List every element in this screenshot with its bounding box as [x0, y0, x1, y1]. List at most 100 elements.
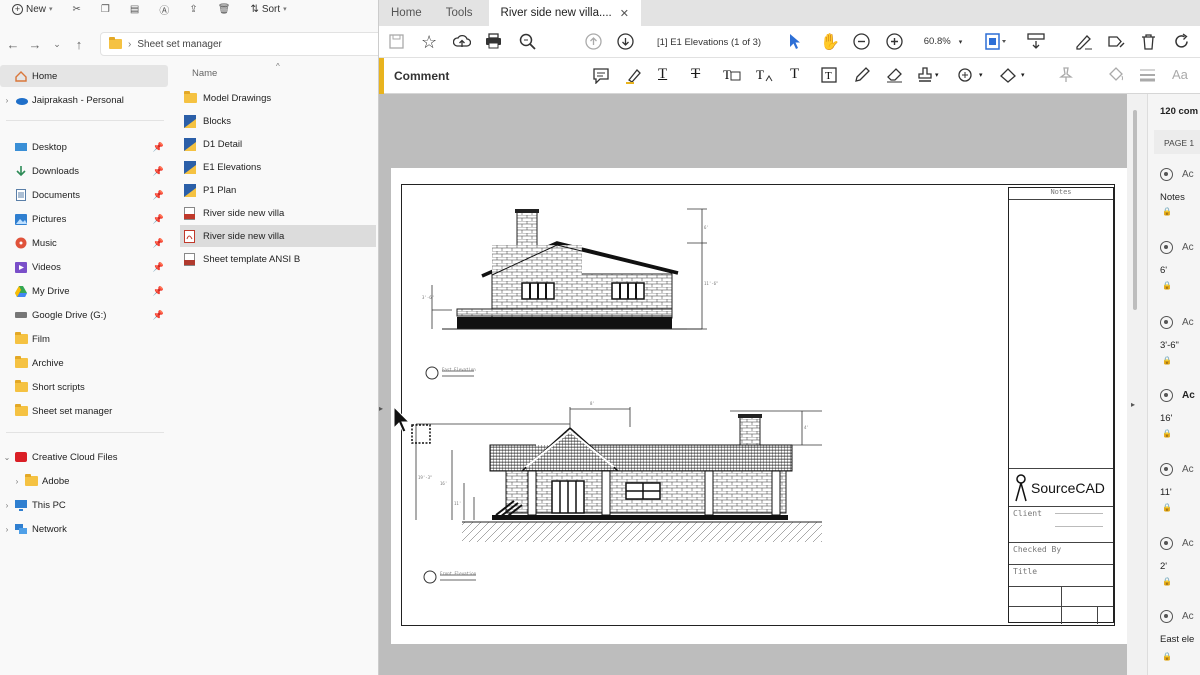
- copy-icon[interactable]: ❐: [101, 4, 110, 15]
- share-icon[interactable]: ⇪: [189, 4, 197, 15]
- sort-button[interactable]: ⇅ Sort ▾: [250, 4, 286, 15]
- fit-page-icon[interactable]: [985, 33, 1007, 50]
- document-view[interactable]: ▸ ▸ 6' 11'-6" 3'-6" East Elevation 8' 4'…: [379, 94, 1147, 675]
- sticky-note-icon[interactable]: [593, 68, 609, 84]
- file-item[interactable]: E1 Elevations: [180, 156, 376, 178]
- line-weight-icon[interactable]: [1139, 68, 1156, 82]
- delete-icon[interactable]: 🗑: [218, 4, 231, 15]
- paint-bucket-icon[interactable]: [1107, 67, 1124, 83]
- nav-item-archive[interactable]: Archive: [0, 352, 168, 374]
- pencil-icon[interactable]: [854, 67, 870, 83]
- strikethrough-text-icon[interactable]: T: [691, 66, 700, 83]
- nav-item-google-drive[interactable]: Google Drive (G:) 📌: [0, 304, 168, 326]
- save-icon[interactable]: [389, 34, 404, 49]
- tab-home[interactable]: Home: [379, 0, 434, 26]
- vertical-scrollbar[interactable]: ▸: [1127, 94, 1147, 675]
- nav-item-this-pc[interactable]: › This PC: [0, 494, 168, 516]
- file-item-selected[interactable]: River side new villa: [180, 225, 376, 247]
- chevron-right-icon[interactable]: ›: [0, 501, 14, 510]
- right-panel-toggle-icon[interactable]: ▸: [1131, 400, 1135, 409]
- up-arrow-icon[interactable]: ↑: [68, 37, 90, 52]
- file-item[interactable]: D1 Detail: [180, 133, 376, 155]
- chevron-down-icon[interactable]: ⌄: [0, 453, 14, 462]
- star-icon[interactable]: ☆: [421, 32, 437, 53]
- comment-item[interactable]: Ac 16' 🔒: [1160, 389, 1200, 439]
- eraser-icon[interactable]: [886, 67, 903, 83]
- sign-icon[interactable]: [1075, 33, 1093, 50]
- pin-icon[interactable]: [1059, 67, 1073, 83]
- shapes-icon[interactable]: ▾: [999, 67, 1025, 83]
- pin-icon[interactable]: 📌: [153, 286, 164, 297]
- nav-item-film[interactable]: Film: [0, 328, 168, 350]
- file-item[interactable]: P1 Plan: [180, 179, 376, 201]
- next-page-icon[interactable]: [617, 33, 634, 50]
- hand-tool-icon[interactable]: ✋: [820, 32, 840, 52]
- comment-item[interactable]: Ac East ele 🔒: [1160, 610, 1200, 670]
- font-style-icon[interactable]: Aa: [1172, 67, 1188, 82]
- refresh-icon[interactable]: [1173, 33, 1190, 50]
- trash-icon[interactable]: [1141, 33, 1156, 50]
- attach-icon[interactable]: ▾: [957, 67, 983, 83]
- file-item[interactable]: Model Drawings: [180, 87, 376, 109]
- underline-text-icon[interactable]: T: [658, 66, 667, 83]
- cloud-upload-icon[interactable]: [453, 33, 471, 49]
- zoom-out-icon[interactable]: [853, 33, 870, 50]
- left-panel-toggle-icon[interactable]: ▸: [379, 404, 383, 413]
- add-text-icon[interactable]: T: [790, 66, 799, 83]
- chevron-right-icon[interactable]: ›: [0, 96, 14, 105]
- comment-item[interactable]: Ac Notes 🔒: [1160, 168, 1200, 218]
- file-item[interactable]: River side new villa: [180, 202, 376, 224]
- nav-item-network[interactable]: › Network: [0, 518, 168, 540]
- recent-chevron-icon[interactable]: ⌄: [46, 39, 68, 50]
- nav-item-creative-cloud[interactable]: ⌄ Creative Cloud Files: [0, 446, 168, 468]
- nav-item-onedrive[interactable]: › Jaiprakash - Personal: [0, 89, 168, 111]
- text-box-icon[interactable]: T: [821, 67, 837, 83]
- file-item[interactable]: Blocks: [180, 110, 376, 132]
- zoom-in-icon[interactable]: [886, 33, 903, 50]
- tab-tools[interactable]: Tools: [434, 0, 485, 26]
- cut-icon[interactable]: ✂: [73, 4, 81, 15]
- pin-icon[interactable]: 📌: [153, 238, 164, 249]
- nav-item-adobe[interactable]: › Adobe: [0, 470, 168, 492]
- zoom-level-dropdown[interactable]: 60.8% ▾: [919, 33, 967, 50]
- pin-icon[interactable]: 📌: [153, 166, 164, 177]
- paste-icon[interactable]: ▤: [130, 4, 139, 15]
- page-number-input[interactable]: [1] E1 Elevations: [655, 35, 730, 49]
- nav-item-sheet-set-manager[interactable]: Sheet set manager: [0, 400, 168, 422]
- chevron-right-icon[interactable]: ›: [0, 525, 14, 534]
- highlighter-icon[interactable]: [625, 68, 641, 84]
- comment-item[interactable]: Ac 3'-6" 🔒: [1160, 316, 1200, 366]
- pin-icon[interactable]: 📌: [153, 214, 164, 225]
- comment-item[interactable]: Ac 2' 🔒: [1160, 537, 1200, 587]
- select-cursor-icon[interactable]: [789, 33, 802, 50]
- new-button[interactable]: + New ▾: [12, 3, 53, 15]
- tab-document[interactable]: River side new villa.... ✕: [488, 0, 641, 26]
- fill-sign-icon[interactable]: [1107, 33, 1125, 50]
- pin-icon[interactable]: 📌: [153, 142, 164, 153]
- stamp-icon[interactable]: ▾: [917, 67, 939, 83]
- zoom-search-icon[interactable]: [519, 33, 536, 50]
- nav-item-home[interactable]: Home: [0, 65, 168, 87]
- comment-item[interactable]: Ac 11' 🔒: [1160, 463, 1200, 513]
- replace-text-icon[interactable]: T: [723, 67, 741, 83]
- scroll-mode-icon[interactable]: [1027, 33, 1045, 50]
- scrollbar-thumb[interactable]: [1133, 110, 1137, 310]
- nav-item-videos[interactable]: Videos 📌: [0, 256, 168, 278]
- nav-item-pictures[interactable]: Pictures 📌: [0, 208, 168, 230]
- close-icon[interactable]: ✕: [620, 7, 629, 20]
- back-arrow-icon[interactable]: ←: [2, 37, 24, 52]
- name-column-header[interactable]: Name: [192, 68, 217, 79]
- pin-icon[interactable]: 📌: [153, 310, 164, 321]
- nav-item-downloads[interactable]: Downloads 📌: [0, 160, 168, 182]
- comment-item[interactable]: Ac 6' 🔒: [1160, 241, 1200, 291]
- nav-item-short-scripts[interactable]: Short scripts: [0, 376, 168, 398]
- rename-icon[interactable]: Ⓐ: [159, 2, 169, 17]
- previous-page-icon[interactable]: [585, 33, 602, 50]
- insert-text-icon[interactable]: T: [756, 67, 774, 83]
- address-box[interactable]: › Sheet set manager: [100, 32, 382, 56]
- pin-icon[interactable]: 📌: [153, 190, 164, 201]
- nav-item-music[interactable]: Music 📌: [0, 232, 168, 254]
- pin-icon[interactable]: 📌: [153, 262, 164, 273]
- nav-item-desktop[interactable]: Desktop 📌: [0, 136, 168, 158]
- nav-item-my-drive[interactable]: My Drive 📌: [0, 280, 168, 302]
